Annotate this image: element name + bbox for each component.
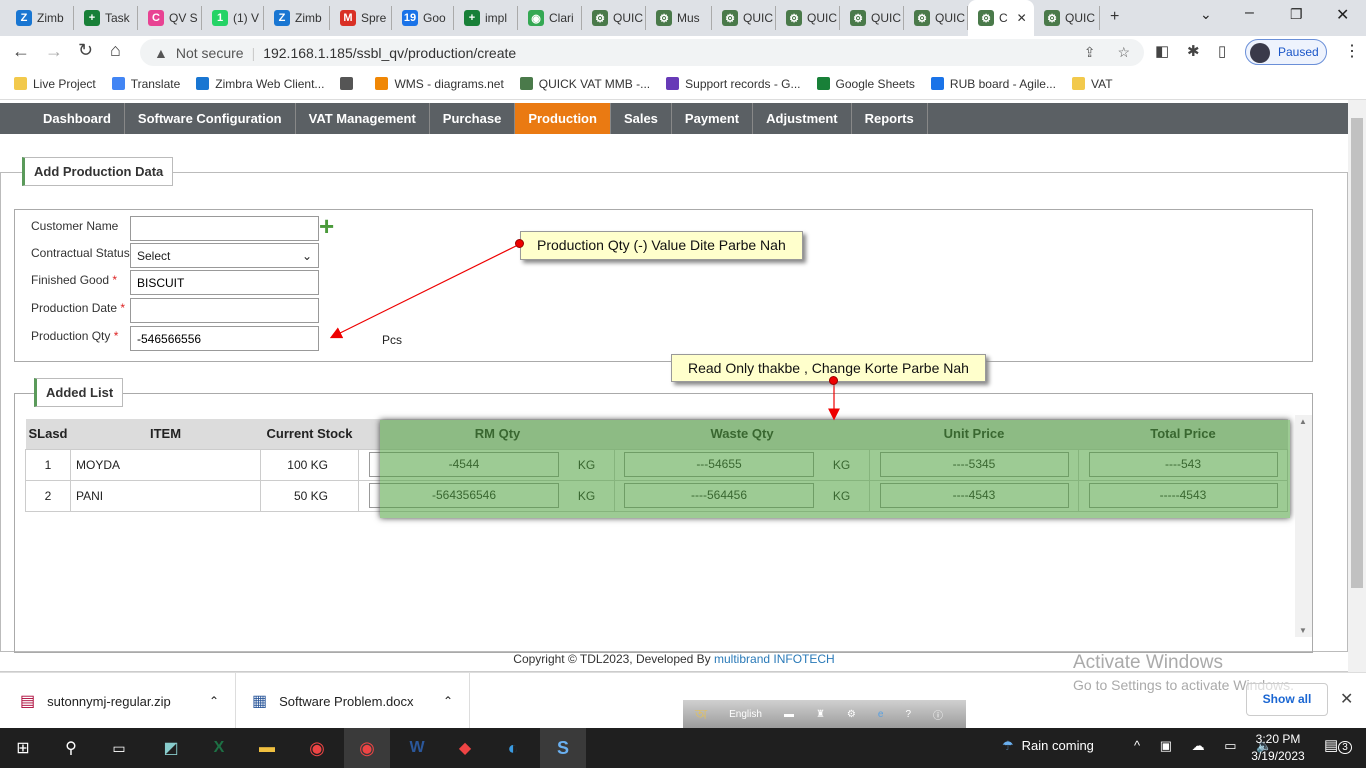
show-all-button[interactable]: Show all (1246, 683, 1328, 716)
download-item[interactable]: ▤ sutonnymj-regular.zip ⌃ (0, 673, 236, 729)
file-explorer-icon[interactable]: ▬ (244, 728, 290, 768)
annotation-dot (829, 376, 838, 385)
zip-icon: ▤ (20, 693, 36, 710)
app-icon[interactable]: ◩ (148, 728, 194, 768)
anydesk-icon[interactable]: ◆ (442, 728, 488, 768)
umbrella-icon: ☂ (1002, 738, 1014, 753)
annotation-dot (515, 239, 524, 248)
help-icon[interactable]: ? (905, 709, 911, 720)
ime-toolbar: অ English ▬ ♜ ⚙ e ? ⓘ (683, 700, 966, 729)
chevron-up-icon: ⌃ (442, 694, 453, 708)
arrow-to-qty (329, 243, 521, 339)
excel-icon[interactable]: X (196, 728, 242, 768)
ie-icon[interactable]: e (878, 709, 884, 720)
download-item[interactable]: ▦ Software Problem.docx ⌃ (236, 673, 470, 729)
info-icon[interactable]: ⓘ (933, 707, 943, 722)
language-selector[interactable]: English (729, 709, 762, 720)
word-icon: ▦ (252, 693, 268, 710)
notifications-icon[interactable]: ▤ 3 (1324, 736, 1352, 754)
close-downloads-icon[interactable]: ✕ (1340, 689, 1353, 709)
downloads-bar: ▤ sutonnymj-regular.zip ⌃ ▦ Software Proble… (0, 672, 1366, 729)
taskbar: ⊞ ⚲ ▭ ◩ X ▬ ◉ ◉ W ◆ ◐ S ☂ Rain coming ^ ▣… (0, 728, 1366, 768)
search-icon[interactable]: ⚲ (48, 728, 94, 768)
task-view-icon[interactable]: ▭ (96, 728, 142, 768)
word-icon[interactable]: W (394, 728, 440, 768)
clock[interactable]: 3:20 PM 3/19/2023 (1250, 731, 1306, 765)
chevron-up-icon: ⌃ (208, 694, 219, 708)
bangla-icon[interactable]: অ (695, 703, 707, 727)
tool-icon[interactable]: ♜ (816, 709, 825, 720)
qty-annotation: Production Qty (-) Value Dite Parbe Nah (520, 231, 803, 260)
start-icon[interactable]: ⊞ (0, 728, 46, 768)
weather-widget[interactable]: ☂ Rain coming (1002, 738, 1094, 754)
chrome-icon[interactable]: ◉ (344, 728, 390, 768)
gear-icon[interactable]: ⚙ (847, 709, 856, 720)
keyboard-icon[interactable]: ▬ (784, 709, 794, 720)
app-s-icon[interactable]: S (540, 728, 586, 768)
chrome-icon[interactable]: ◉ (294, 728, 340, 768)
edge-icon[interactable]: ◐ (490, 728, 536, 768)
developer-link[interactable]: multibrand INFOTECH (714, 652, 835, 666)
activate-windows-title: Activate Windows (1073, 652, 1223, 673)
